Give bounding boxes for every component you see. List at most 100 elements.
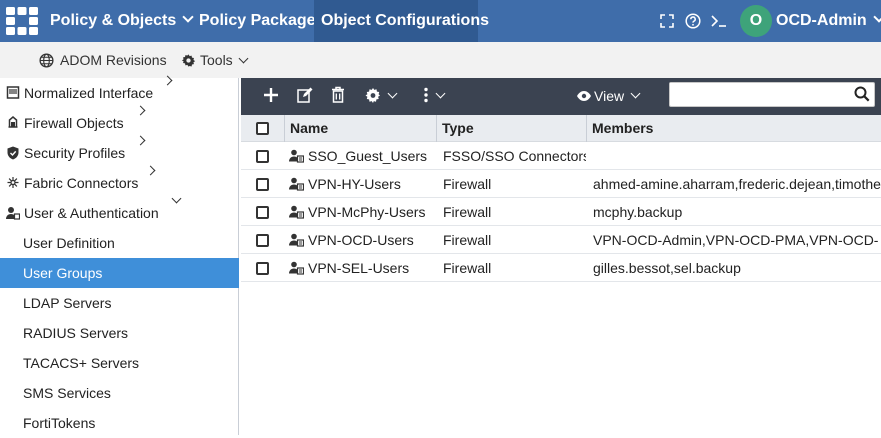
chevron-right-icon [162, 75, 173, 86]
sidebar-item-user-authentication[interactable]: User & Authentication [0, 193, 239, 228]
sidebar-item-label: User Definition [23, 235, 115, 251]
user-group-icon [289, 205, 304, 219]
row-checkbox[interactable] [256, 234, 269, 247]
cell-members: ahmed-amine.aharram,frederic.dejean,timo… [593, 176, 881, 192]
cell-name: SSO_Guest_Users [289, 142, 436, 170]
sidebar-item-sms-services[interactable]: SMS Services [0, 378, 239, 408]
console-icon[interactable] [711, 14, 727, 28]
table-toolbar: View [241, 78, 881, 115]
cell-members: VPN-OCD-Admin,VPN-OCD-PMA,VPN-OCD- [593, 232, 879, 248]
adom-revisions-label: ADOM Revisions [60, 52, 167, 68]
gear-icon [365, 87, 380, 103]
chevron-down-icon [872, 11, 881, 23]
cell-members: gilles.bessot,sel.backup [593, 260, 741, 276]
table-row[interactable]: VPN-McPhy-Users Firewall mcphy.backup [241, 198, 881, 226]
fullscreen-icon[interactable] [660, 14, 674, 28]
sidebar-item-ldap-servers[interactable]: LDAP Servers [0, 288, 239, 318]
view-menu[interactable]: View [576, 78, 641, 115]
row-checkbox[interactable] [256, 178, 269, 191]
user-group-icon [289, 149, 304, 163]
cell-members [593, 142, 881, 170]
delete-icon[interactable] [331, 86, 345, 103]
column-header-type[interactable]: Type [436, 115, 586, 142]
chevron-right-icon [135, 135, 146, 146]
nav-policy-packages-label: Policy Packages [199, 12, 325, 29]
sidebar-item-security-profiles[interactable]: Security Profiles [0, 135, 239, 168]
edit-icon[interactable] [297, 87, 313, 103]
search-icon[interactable] [854, 86, 870, 102]
firewall-icon [8, 116, 18, 128]
column-header-label: Members [592, 120, 654, 136]
fortinet-logo-icon[interactable] [6, 7, 38, 35]
tools-icon [181, 54, 196, 67]
cell-name: VPN-SEL-Users [289, 254, 436, 282]
user-group-icon [289, 261, 304, 275]
user-icon [6, 207, 20, 220]
chevron-down-icon [238, 53, 249, 64]
sidebar-item-user-definition[interactable]: User Definition [0, 228, 239, 258]
column-header-name[interactable]: Name [284, 115, 436, 142]
nav-object-configurations[interactable]: Object Configurations [314, 0, 489, 42]
sidebar-item-fortitokens[interactable]: FortiTokens [0, 408, 239, 438]
avatar[interactable]: O [740, 5, 772, 37]
sidebar-item-radius-servers[interactable]: RADIUS Servers [0, 318, 239, 348]
select-all-checkbox[interactable] [256, 122, 269, 135]
nav-policy-objects-label: Policy & Objects [50, 12, 177, 29]
more-menu[interactable] [423, 78, 446, 115]
sidebar-item-user-groups[interactable]: User Groups [0, 258, 239, 288]
row-name: VPN-HY-Users [308, 176, 401, 192]
search-input[interactable] [670, 83, 850, 105]
secondary-toolbar: ADOM Revisions Tools [0, 42, 881, 78]
globe-icon [39, 53, 54, 68]
sidebar-item-label: LDAP Servers [23, 295, 112, 311]
search-box [669, 82, 875, 107]
settings-menu[interactable] [365, 78, 398, 115]
sidebar-item-label: FortiTokens [23, 415, 96, 431]
sidebar-item-firewall-objects[interactable]: Firewall Objects [0, 105, 239, 138]
nav-object-configurations-label: Object Configurations [321, 12, 489, 29]
row-name: VPN-SEL-Users [308, 260, 410, 276]
sidebar-item-label: TACACS+ Servers [23, 355, 140, 371]
tools-menu[interactable]: Tools [181, 42, 249, 78]
nav-policy-packages[interactable]: Policy Packages [199, 0, 324, 42]
column-header-label: Type [442, 120, 474, 136]
chevron-right-icon [145, 165, 156, 176]
adom-revisions-button[interactable]: ADOM Revisions [39, 42, 167, 78]
cell-type: Firewall [443, 232, 492, 248]
table-row[interactable]: VPN-HY-Users Firewall ahmed-amine.aharra… [241, 170, 881, 198]
column-header-members[interactable]: Members [586, 115, 881, 142]
user-name: OCD-Admin [776, 12, 867, 29]
chevron-right-icon [135, 105, 146, 116]
row-checkbox[interactable] [256, 262, 269, 275]
cell-type: Firewall [443, 204, 492, 220]
more-icon [424, 87, 428, 102]
sidebar-item-label: Firewall Objects [24, 115, 124, 131]
table-row[interactable]: SSO_Guest_Users FSSO/SSO Connectors [241, 142, 881, 170]
eye-icon [577, 91, 591, 102]
cell-type: Firewall [443, 176, 492, 192]
user-menu[interactable]: OCD-Admin [776, 0, 881, 42]
nav-policy-objects[interactable]: Policy & Objects [50, 0, 194, 42]
table-header: Name Type Members [241, 115, 881, 142]
user-group-icon [289, 233, 304, 247]
row-name: VPN-McPhy-Users [308, 204, 426, 220]
cell-type: FSSO/SSO Connectors [443, 148, 586, 164]
row-name: VPN-OCD-Users [308, 232, 414, 248]
sidebar-item-tacacs-servers[interactable]: TACACS+ Servers [0, 348, 239, 378]
add-icon[interactable] [262, 86, 280, 104]
sidebar-item-label: User & Authentication [24, 205, 159, 221]
help-icon[interactable] [685, 13, 701, 29]
sidebar-item-label: RADIUS Servers [23, 325, 129, 341]
sidebar-item-normalized-interface[interactable]: Normalized Interface [0, 75, 239, 108]
table-row[interactable]: VPN-OCD-Users Firewall VPN-OCD-Admin,VPN… [241, 226, 881, 254]
cell-name: VPN-HY-Users [289, 170, 436, 198]
sidebar-item-fabric-connectors[interactable]: Fabric Connectors [0, 165, 239, 198]
row-name: SSO_Guest_Users [308, 148, 428, 164]
chevron-down-icon [630, 88, 641, 99]
sidebar-item-label: Fabric Connectors [24, 175, 139, 191]
row-checkbox[interactable] [256, 150, 269, 163]
table-row[interactable]: VPN-SEL-Users Firewall gilles.bessot,sel… [241, 254, 881, 282]
cell-name: VPN-McPhy-Users [289, 198, 436, 226]
row-checkbox[interactable] [256, 206, 269, 219]
column-header-label: Name [290, 120, 329, 136]
